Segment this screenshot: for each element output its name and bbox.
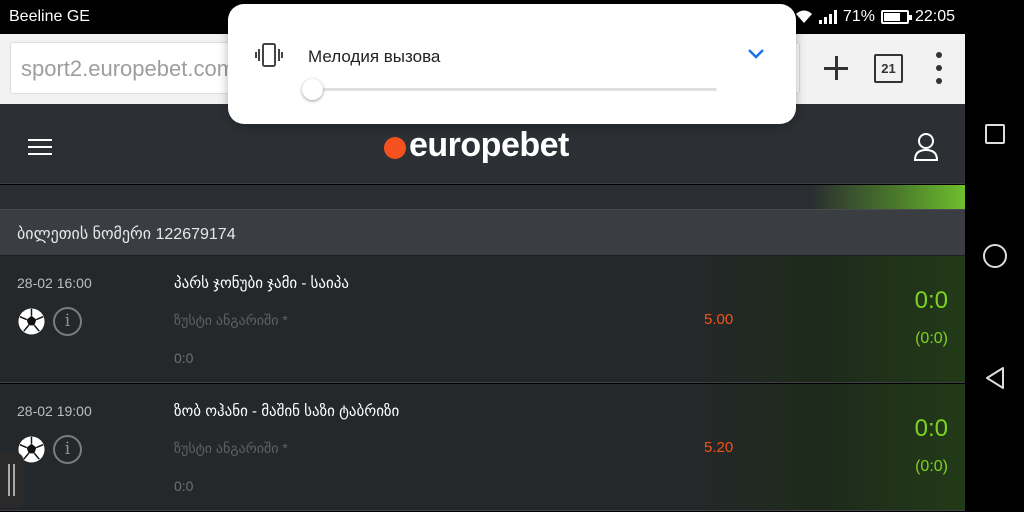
bet-pick: 0:0 [174,350,194,366]
home-button[interactable] [983,244,1007,268]
bet-datetime: 28-02 19:00 [17,403,92,419]
edge-panel-handle[interactable] [0,452,24,508]
partial-header-strip [0,185,965,209]
hamburger-menu-icon[interactable] [28,139,52,155]
status-icons: 71% 22:05 [795,8,955,26]
bet-datetime: 28-02 16:00 [17,275,92,291]
bet-odds: 5.20 [704,439,734,456]
browser-menu-button[interactable] [934,52,944,84]
user-account-icon[interactable] [913,132,939,162]
volume-stream-label: Мелодия вызова [308,47,441,66]
logo-dot [384,137,406,159]
carrier-name: Beeline GE [9,8,90,25]
bet-row[interactable]: 28-02 19:00 ზობ ოჰანი - მაშინ საზი ტაბრი… [0,384,965,511]
battery-level-fill [883,13,900,21]
europebet-logo[interactable]: europebet [384,126,569,165]
bet-pick: 0:0 [174,478,194,494]
info-icon[interactable]: i [53,307,82,336]
volume-slider-track[interactable] [312,88,717,91]
battery-icon [880,10,912,24]
bet-market: ზუსტი ანგარიში * [174,440,288,456]
battery-percent: 71% [842,8,875,25]
info-icon[interactable]: i [53,435,82,464]
new-tab-button[interactable] [822,54,850,82]
bet-score: 0:0 [914,415,948,442]
chevron-down-icon[interactable] [746,46,766,60]
bet-market: ზუსტი ანგარიში * [174,312,288,328]
wifi-icon [795,10,812,23]
logo-text: europebet [409,126,569,164]
tab-switcher-button[interactable]: 21 [874,54,903,83]
bet-match-name: პარს ჯონუბი ჯამი - საიპა [174,275,349,292]
recent-apps-button[interactable] [985,124,1005,144]
volume-popup: Мелодия вызова [228,4,796,124]
clock: 22:05 [914,8,955,25]
vibrate-icon[interactable] [254,42,284,68]
bet-odds: 5.00 [704,311,734,328]
bet-match-name: ზობ ოჰანი - მაშინ საზი ტაბრიზი [174,403,400,420]
soccer-ball-icon [18,308,45,335]
signal-icon [818,10,837,24]
back-button[interactable] [983,366,1007,390]
ticket-number-header: ბილეთის ნომერი 122679174 [0,209,965,256]
bet-score: 0:0 [914,287,948,314]
bet-row[interactable]: 28-02 16:00 პარს ჯონუბი ჯამი - საიპა i ზ… [0,256,965,383]
volume-slider-thumb[interactable] [302,79,323,100]
bet-halftime-score: (0:0) [915,458,948,475]
bet-halftime-score: (0:0) [915,330,948,347]
